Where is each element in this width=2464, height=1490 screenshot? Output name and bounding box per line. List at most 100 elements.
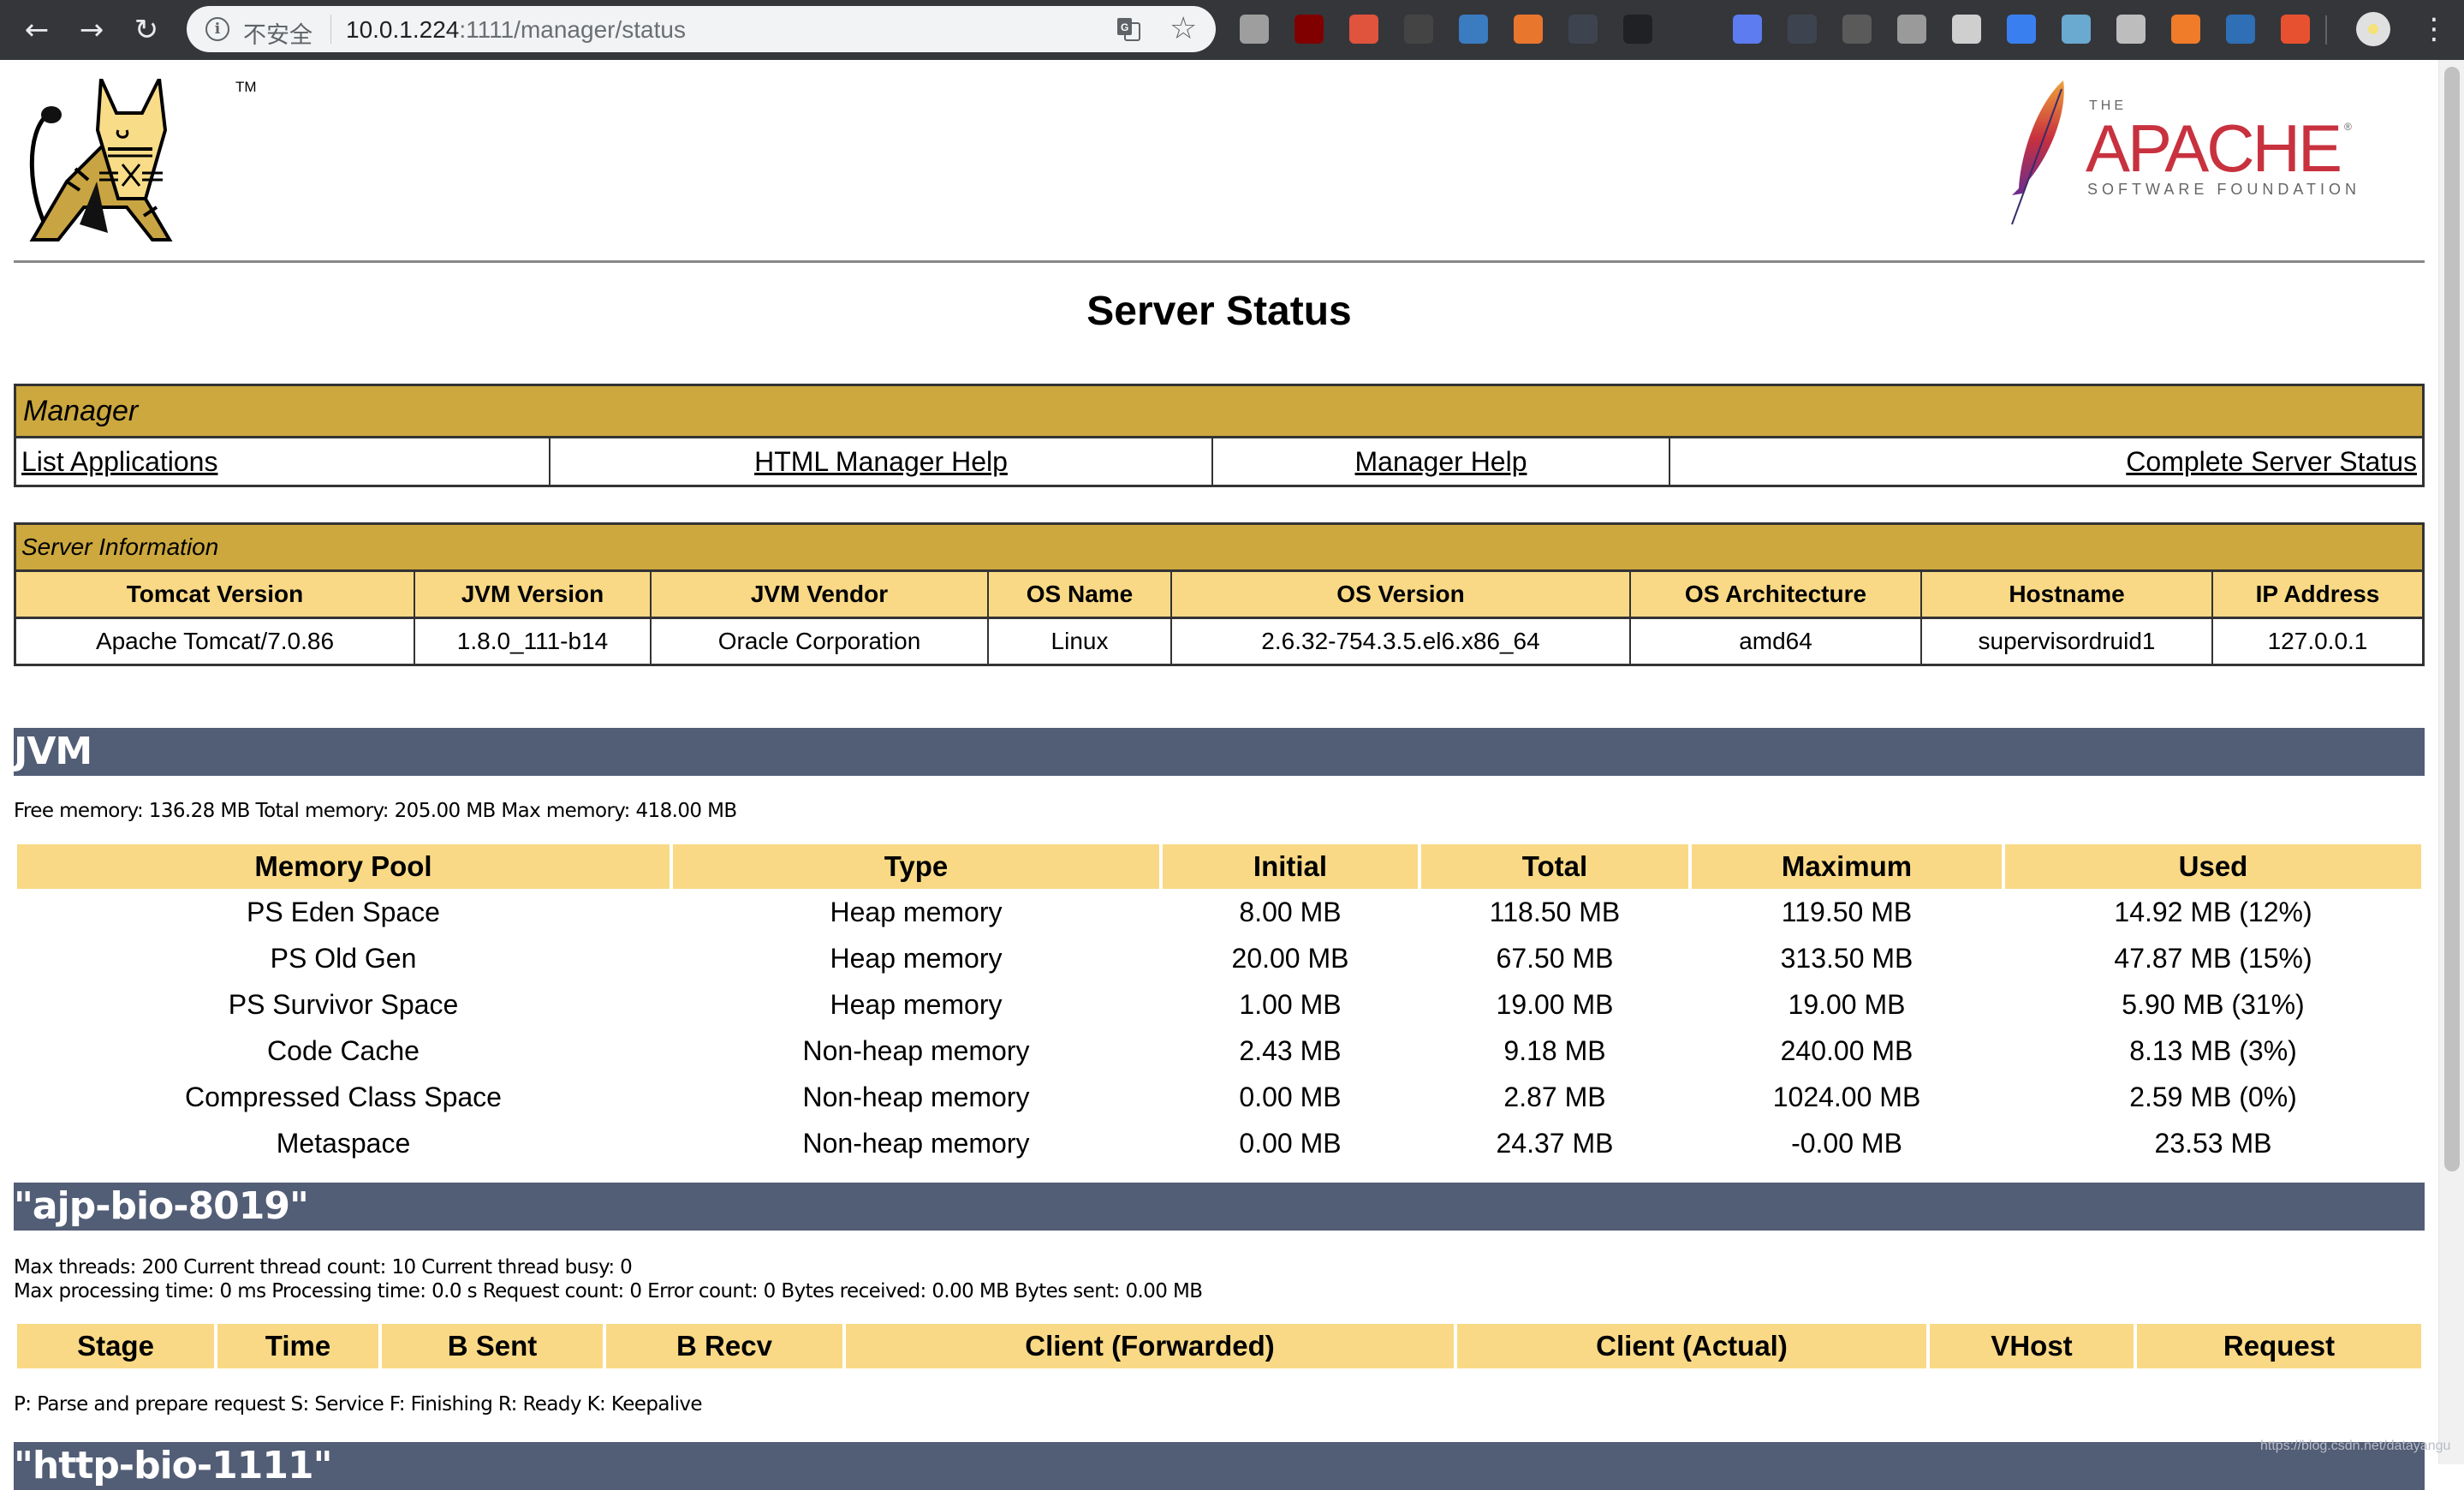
- used-value: 47.87 MB (15%): [2114, 942, 2312, 974]
- manager-cell: HTML Manager Help: [551, 438, 1213, 485]
- manager-cell: Manager Help: [1213, 438, 1670, 485]
- omnibox-divider: [330, 15, 331, 44]
- info-icon[interactable]: i: [205, 17, 229, 41]
- sunglasses-extension-icon[interactable]: [1678, 15, 1707, 44]
- tomcat-logo[interactable]: [15, 79, 255, 241]
- complete-server-status-link[interactable]: Complete Server Status: [2126, 446, 2417, 477]
- bookmark-star-icon[interactable]: ☆: [1170, 11, 1197, 46]
- column-header: OS Version: [1172, 572, 1631, 619]
- reload-button[interactable]: ↻: [127, 10, 166, 50]
- column-header: JVM Vendor: [652, 572, 989, 619]
- server-info-header-row: Tomcat Version JVM Version JVM Vendor OS…: [16, 572, 2422, 619]
- apache-name-text: APACHE: [2086, 110, 2342, 186]
- jvm-version-value: 1.8.0_111-b14: [415, 619, 652, 664]
- profile-avatar-icon[interactable]: [2356, 12, 2390, 46]
- slashes-extension-icon[interactable]: [2226, 15, 2255, 44]
- list-applications-link[interactable]: List Applications: [21, 446, 217, 477]
- translate-icon[interactable]: G: [1116, 16, 1141, 42]
- used-value: 2.59 MB (0%): [2129, 1081, 2297, 1112]
- used-value: 5.90 MB (31%): [2122, 988, 2305, 1020]
- column-header: B Recv: [606, 1324, 842, 1368]
- watermark: https://blog.csdn.net/datayangu: [2260, 1439, 2451, 1453]
- header-divider: [14, 260, 2425, 263]
- jh-extension-icon[interactable]: [1733, 15, 1762, 44]
- apache-sub-text: SOFTWARE FOUNDATION: [2087, 181, 2360, 198]
- s-extension-icon[interactable]: [1459, 15, 1488, 44]
- jvm-vendor-value: Oracle Corporation: [652, 619, 989, 664]
- maximum-value: 1024.00 MB: [1772, 1081, 1921, 1112]
- asterisk-extension-icon[interactable]: [2281, 15, 2310, 44]
- page-scrollbar[interactable]: [2438, 60, 2464, 1464]
- column-header: Client (Actual): [1457, 1324, 1926, 1368]
- bookmark-extension-icon[interactable]: [1404, 15, 1433, 44]
- server-info-heading: Server Information: [16, 525, 2422, 572]
- c-extension-icon[interactable]: [2116, 15, 2146, 44]
- off-extension-icon[interactable]: [1842, 15, 1872, 44]
- infinity-extension-icon[interactable]: [1349, 15, 1378, 44]
- arrow-left-icon: ←: [24, 13, 50, 47]
- used-value: 8.13 MB (3%): [2129, 1034, 2297, 1066]
- arrow-right-icon: →: [79, 13, 104, 47]
- column-header: Hostname: [1922, 572, 2213, 619]
- kebab-menu-icon[interactable]: ⋮: [2419, 12, 2449, 46]
- recycle-extension-icon[interactable]: [1788, 15, 1817, 44]
- jvm-section-heading: JVM: [14, 728, 2425, 776]
- column-header: OS Architecture: [1631, 572, 1922, 619]
- green-circle-extension-icon[interactable]: [1240, 15, 1269, 44]
- total-value: 67.50 MB: [1496, 942, 1614, 974]
- column-header: Time: [217, 1324, 378, 1368]
- http-connector-heading: "http-bio-1111": [14, 1442, 2425, 1490]
- dots-extension-icon[interactable]: [1568, 15, 1598, 44]
- os-version-value: 2.6.32-754.3.5.el6.x86_64: [1172, 619, 1631, 664]
- eye-extension-icon[interactable]: [2062, 15, 2091, 44]
- total-value: 118.50 MB: [1489, 896, 1621, 927]
- maximum-value: 313.50 MB: [1780, 942, 1913, 974]
- back-button[interactable]: ←: [17, 10, 57, 50]
- memory-pool-row: PS Old Gen Heap memory 20.00 MB 67.50 MB 313…: [17, 935, 2421, 981]
- initial-value: 1.00 MB: [1239, 988, 1342, 1020]
- memory-pool-table: Memory Pool Type Initial Total Maximum U…: [14, 844, 2425, 1166]
- url-text[interactable]: 10.0.1.224:1111/manager/status: [346, 16, 686, 44]
- apache-logo[interactable]: THE APACHE ® SOFTWARE FOUNDATION: [2003, 77, 2380, 231]
- memory-pool-name: Metaspace: [276, 1127, 411, 1159]
- memory-pool-name: Code Cache: [267, 1034, 420, 1066]
- memory-pool-row: Code Cache Non-heap memory 2.43 MB 9.18 MB 2…: [17, 1028, 2421, 1074]
- manager-help-link[interactable]: Manager Help: [1355, 446, 1527, 477]
- total-value: 19.00 MB: [1496, 988, 1614, 1020]
- blue-diamond-extension-icon[interactable]: [2007, 15, 2036, 44]
- white-circle-extension-icon[interactable]: [1952, 15, 1981, 44]
- column-header: OS Name: [989, 572, 1172, 619]
- html-manager-help-link[interactable]: HTML Manager Help: [754, 446, 1008, 477]
- ajp-processing-info: Max processing time: 0 ms Processing tim…: [14, 1280, 1203, 1302]
- column-header: Used: [2005, 844, 2421, 889]
- thread-header-row: Stage Time B Sent B Recv Client (Forward…: [17, 1324, 2421, 1368]
- initial-value: 8.00 MB: [1239, 896, 1342, 927]
- stage-legend: P: Parse and prepare request S: Service …: [14, 1393, 703, 1416]
- total-value: 24.37 MB: [1496, 1127, 1614, 1159]
- os-architecture-value: amd64: [1631, 619, 1922, 664]
- address-bar[interactable]: i 不安全 10.0.1.224:1111/manager/status G ☆: [187, 6, 1216, 52]
- memory-pool-row: Metaspace Non-heap memory 0.00 MB 24.37 MB -…: [17, 1120, 2421, 1166]
- initial-value: 0.00 MB: [1239, 1127, 1342, 1159]
- forward-button[interactable]: →: [72, 10, 111, 50]
- arrow-extension-icon[interactable]: [1514, 15, 1543, 44]
- initial-value: 2.43 MB: [1239, 1034, 1342, 1066]
- security-label[interactable]: 不安全: [243, 16, 312, 50]
- used-value: 23.53 MB: [2154, 1127, 2272, 1159]
- ajp-connector-heading: "ajp-bio-8019": [14, 1183, 2425, 1231]
- parachute-extension-icon[interactable]: [1897, 15, 1926, 44]
- manager-cell: Complete Server Status: [1670, 438, 2422, 485]
- initial-value: 20.00 MB: [1231, 942, 1349, 974]
- scrollbar-thumb[interactable]: [2444, 67, 2460, 1171]
- memory-type: Heap memory: [830, 988, 1003, 1020]
- column-header: JVM Version: [415, 572, 652, 619]
- glasses-box-extension-icon[interactable]: [1623, 15, 1652, 44]
- trademark-label: TM: [235, 79, 257, 95]
- ublock-extension-icon[interactable]: [1294, 15, 1324, 44]
- fox-extension-icon[interactable]: [2171, 15, 2200, 44]
- column-header: Memory Pool: [17, 844, 670, 889]
- memory-pool-row: PS Eden Space Heap memory 8.00 MB 118.50 MB…: [17, 889, 2421, 935]
- os-name-value: Linux: [989, 619, 1172, 664]
- server-information-table: Server Information Tomcat Version JVM Ve…: [14, 522, 2425, 666]
- column-header: Client (Forwarded): [846, 1324, 1454, 1368]
